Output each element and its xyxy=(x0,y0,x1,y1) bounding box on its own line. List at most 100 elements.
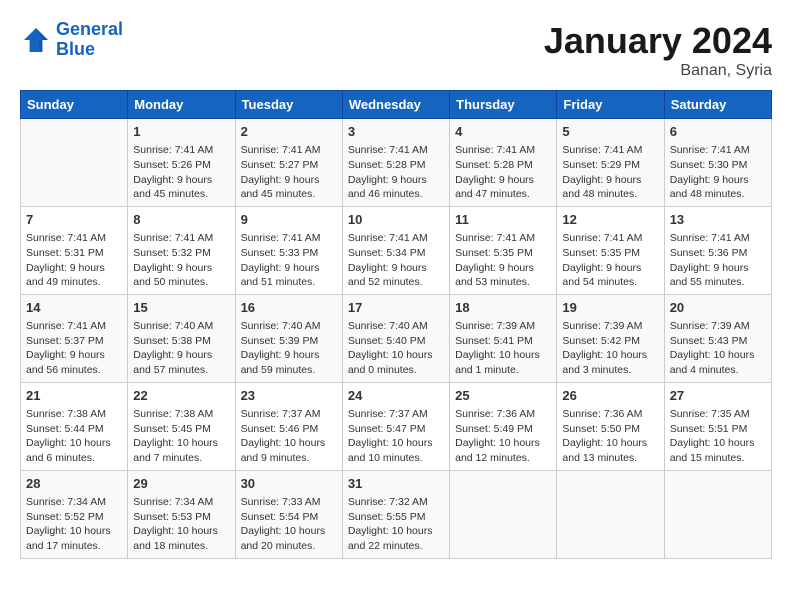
weekday-header-monday: Monday xyxy=(128,91,235,119)
day-number: 5 xyxy=(562,123,658,141)
day-info: Sunrise: 7:38 AM Sunset: 5:45 PM Dayligh… xyxy=(133,407,229,466)
day-info: Sunrise: 7:32 AM Sunset: 5:55 PM Dayligh… xyxy=(348,495,444,554)
day-info: Sunrise: 7:38 AM Sunset: 5:44 PM Dayligh… xyxy=(26,407,122,466)
day-number: 11 xyxy=(455,211,551,229)
day-info: Sunrise: 7:40 AM Sunset: 5:38 PM Dayligh… xyxy=(133,319,229,378)
day-number: 13 xyxy=(670,211,766,229)
day-info: Sunrise: 7:41 AM Sunset: 5:35 PM Dayligh… xyxy=(562,231,658,290)
calendar-cell: 15 Sunrise: 7:40 AM Sunset: 5:38 PM Dayli… xyxy=(128,294,235,382)
day-info: Sunrise: 7:41 AM Sunset: 5:32 PM Dayligh… xyxy=(133,231,229,290)
day-info: Sunrise: 7:37 AM Sunset: 5:47 PM Dayligh… xyxy=(348,407,444,466)
logo-text: General Blue xyxy=(56,20,123,60)
calendar-cell xyxy=(664,470,771,558)
day-number: 9 xyxy=(241,211,337,229)
calendar-table: SundayMondayTuesdayWednesdayThursdayFrid… xyxy=(20,90,772,559)
calendar-cell: 27Sunrise: 7:35 AM Sunset: 5:51 PM Dayli… xyxy=(664,382,771,470)
calendar-cell: 5 Sunrise: 7:41 AM Sunset: 5:29 PM Daylig… xyxy=(557,119,664,207)
calendar-cell xyxy=(557,470,664,558)
day-number: 6 xyxy=(670,123,766,141)
calendar-cell: 7Sunrise: 7:41 AM Sunset: 5:31 PM Daylig… xyxy=(21,206,128,294)
calendar-cell: 14 Sunrise: 7:41 AM Sunset: 5:37 PM Dayli… xyxy=(21,294,128,382)
day-number: 20 xyxy=(670,299,766,317)
day-number: 25 xyxy=(455,387,551,405)
weekday-header-saturday: Saturday xyxy=(664,91,771,119)
calendar-cell: 29 Sunrise: 7:34 AM Sunset: 5:53 PM Dayli… xyxy=(128,470,235,558)
day-info: Sunrise: 7:41 AM Sunset: 5:26 PM Dayligh… xyxy=(133,143,229,202)
calendar-cell: 8 Sunrise: 7:41 AM Sunset: 5:32 PM Daylig… xyxy=(128,206,235,294)
day-number: 30 xyxy=(241,475,337,493)
calendar-cell: 1Sunrise: 7:41 AM Sunset: 5:26 PM Daylig… xyxy=(128,119,235,207)
day-number: 10 xyxy=(348,211,444,229)
weekday-header-sunday: Sunday xyxy=(21,91,128,119)
day-number: 3 xyxy=(348,123,444,141)
calendar-header: SundayMondayTuesdayWednesdayThursdayFrid… xyxy=(21,91,772,119)
calendar-cell: 22Sunrise: 7:38 AM Sunset: 5:45 PM Dayli… xyxy=(128,382,235,470)
calendar-cell: 16Sunrise: 7:40 AM Sunset: 5:39 PM Dayli… xyxy=(235,294,342,382)
day-info: Sunrise: 7:39 AM Sunset: 5:41 PM Dayligh… xyxy=(455,319,551,378)
day-info: Sunrise: 7:40 AM Sunset: 5:40 PM Dayligh… xyxy=(348,319,444,378)
calendar-cell: 13 Sunrise: 7:41 AM Sunset: 5:36 PM Dayli… xyxy=(664,206,771,294)
calendar-cell: 18 Sunrise: 7:39 AM Sunset: 5:41 PM Dayli… xyxy=(450,294,557,382)
logo-line2: Blue xyxy=(56,39,95,59)
day-info: Sunrise: 7:36 AM Sunset: 5:49 PM Dayligh… xyxy=(455,407,551,466)
day-number: 29 xyxy=(133,475,229,493)
day-number: 14 xyxy=(26,299,122,317)
calendar-cell: 21 Sunrise: 7:38 AM Sunset: 5:44 PM Dayli… xyxy=(21,382,128,470)
day-info: Sunrise: 7:34 AM Sunset: 5:52 PM Dayligh… xyxy=(26,495,122,554)
calendar-cell: 25 Sunrise: 7:36 AM Sunset: 5:49 PM Dayli… xyxy=(450,382,557,470)
weekday-header-row: SundayMondayTuesdayWednesdayThursdayFrid… xyxy=(21,91,772,119)
calendar-cell xyxy=(21,119,128,207)
day-number: 4 xyxy=(455,123,551,141)
calendar-cell: 17 Sunrise: 7:40 AM Sunset: 5:40 PM Dayli… xyxy=(342,294,449,382)
day-number: 7 xyxy=(26,211,122,229)
month-title: January 2024 xyxy=(544,20,772,62)
day-info: Sunrise: 7:41 AM Sunset: 5:35 PM Dayligh… xyxy=(455,231,551,290)
day-number: 17 xyxy=(348,299,444,317)
day-number: 12 xyxy=(562,211,658,229)
calendar-cell: 20 Sunrise: 7:39 AM Sunset: 5:43 PM Dayli… xyxy=(664,294,771,382)
calendar-cell: 23 Sunrise: 7:37 AM Sunset: 5:46 PM Dayli… xyxy=(235,382,342,470)
calendar-week-5: 28 Sunrise: 7:34 AM Sunset: 5:52 PM Dayli… xyxy=(21,470,772,558)
location: Banan, Syria xyxy=(544,62,772,80)
day-info: Sunrise: 7:41 AM Sunset: 5:36 PM Dayligh… xyxy=(670,231,766,290)
day-number: 8 xyxy=(133,211,229,229)
day-number: 26 xyxy=(562,387,658,405)
calendar-cell: 9Sunrise: 7:41 AM Sunset: 5:33 PM Daylig… xyxy=(235,206,342,294)
calendar-cell: 28 Sunrise: 7:34 AM Sunset: 5:52 PM Dayli… xyxy=(21,470,128,558)
calendar-cell: 31 Sunrise: 7:32 AM Sunset: 5:55 PM Dayli… xyxy=(342,470,449,558)
calendar-cell: 6 Sunrise: 7:41 AM Sunset: 5:30 PM Daylig… xyxy=(664,119,771,207)
logo: General Blue xyxy=(20,20,123,60)
day-number: 23 xyxy=(241,387,337,405)
calendar-cell xyxy=(450,470,557,558)
logo-icon xyxy=(20,24,52,56)
day-number: 19 xyxy=(562,299,658,317)
logo-line1: General xyxy=(56,19,123,39)
day-info: Sunrise: 7:40 AM Sunset: 5:39 PM Dayligh… xyxy=(241,319,337,378)
calendar-cell: 24Sunrise: 7:37 AM Sunset: 5:47 PM Dayli… xyxy=(342,382,449,470)
calendar-cell: 30 Sunrise: 7:33 AM Sunset: 5:54 PM Dayli… xyxy=(235,470,342,558)
calendar-cell: 10Sunrise: 7:41 AM Sunset: 5:34 PM Dayli… xyxy=(342,206,449,294)
day-info: Sunrise: 7:41 AM Sunset: 5:37 PM Dayligh… xyxy=(26,319,122,378)
day-info: Sunrise: 7:41 AM Sunset: 5:30 PM Dayligh… xyxy=(670,143,766,202)
day-info: Sunrise: 7:34 AM Sunset: 5:53 PM Dayligh… xyxy=(133,495,229,554)
day-info: Sunrise: 7:41 AM Sunset: 5:27 PM Dayligh… xyxy=(241,143,337,202)
day-info: Sunrise: 7:33 AM Sunset: 5:54 PM Dayligh… xyxy=(241,495,337,554)
day-info: Sunrise: 7:36 AM Sunset: 5:50 PM Dayligh… xyxy=(562,407,658,466)
day-number: 21 xyxy=(26,387,122,405)
day-number: 15 xyxy=(133,299,229,317)
calendar-body: 1Sunrise: 7:41 AM Sunset: 5:26 PM Daylig… xyxy=(21,119,772,559)
day-number: 18 xyxy=(455,299,551,317)
day-info: Sunrise: 7:39 AM Sunset: 5:43 PM Dayligh… xyxy=(670,319,766,378)
calendar-cell: 26 Sunrise: 7:36 AM Sunset: 5:50 PM Dayli… xyxy=(557,382,664,470)
calendar-cell: 2 Sunrise: 7:41 AM Sunset: 5:27 PM Daylig… xyxy=(235,119,342,207)
calendar-cell: 12 Sunrise: 7:41 AM Sunset: 5:35 PM Dayli… xyxy=(557,206,664,294)
day-info: Sunrise: 7:37 AM Sunset: 5:46 PM Dayligh… xyxy=(241,407,337,466)
day-info: Sunrise: 7:41 AM Sunset: 5:29 PM Dayligh… xyxy=(562,143,658,202)
calendar-cell: 11 Sunrise: 7:41 AM Sunset: 5:35 PM Dayli… xyxy=(450,206,557,294)
day-number: 28 xyxy=(26,475,122,493)
weekday-header-thursday: Thursday xyxy=(450,91,557,119)
day-number: 31 xyxy=(348,475,444,493)
calendar-week-2: 7Sunrise: 7:41 AM Sunset: 5:31 PM Daylig… xyxy=(21,206,772,294)
day-number: 2 xyxy=(241,123,337,141)
day-info: Sunrise: 7:41 AM Sunset: 5:28 PM Dayligh… xyxy=(348,143,444,202)
